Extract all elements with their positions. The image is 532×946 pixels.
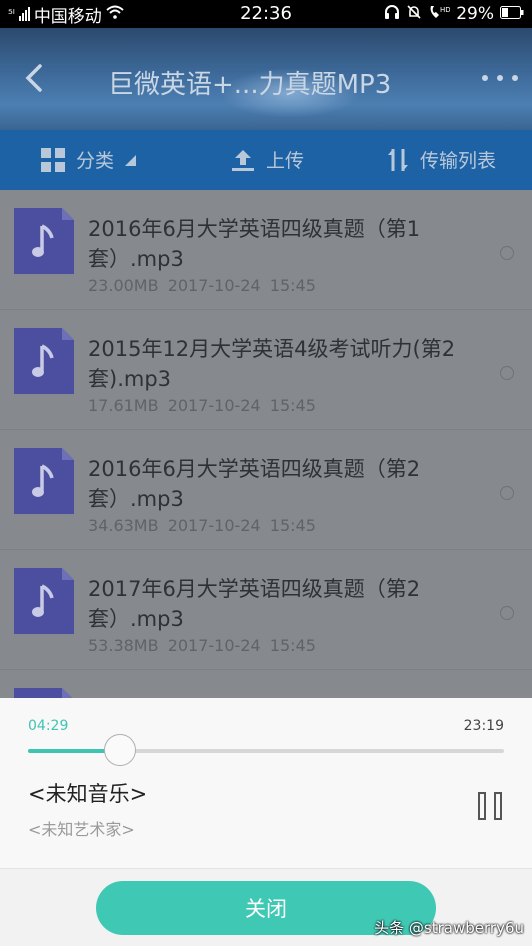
more-options-button[interactable] [482, 64, 518, 92]
status-bar: ⁵ˡ 中国移动 22:36 HD 29% [0, 0, 532, 28]
upload-icon [232, 149, 254, 171]
select-radio[interactable] [500, 606, 514, 620]
music-file-icon [14, 448, 74, 514]
file-size: 34.63MB [88, 516, 159, 535]
transfer-arrows-icon [388, 148, 408, 171]
upload-button[interactable]: 上传 [230, 146, 304, 173]
list-item[interactable]: 2016年6月大学英语四级真题（第2套）.mp3 34.63MB 2017-10… [0, 430, 532, 550]
headset-icon [384, 4, 400, 25]
mute-bell-icon [406, 4, 422, 25]
transfer-list-button[interactable]: 传输列表 [386, 146, 496, 173]
bottom-bar: 关闭 头条 @strawberry6u [0, 868, 532, 946]
more-dot-icon [482, 75, 488, 81]
file-date: 2017-10-24 [167, 396, 261, 415]
watermark: 头条 @strawberry6u [374, 919, 524, 937]
sim-signal-icon: ⁵ˡ [8, 7, 15, 21]
back-arrow-icon [25, 64, 42, 92]
music-file-icon [14, 568, 74, 634]
svg-text:HD: HD [440, 6, 450, 14]
dropdown-triangle-icon [125, 154, 137, 166]
current-time: 04:29 [28, 718, 69, 734]
category-button[interactable]: 分类 [40, 146, 137, 173]
file-name: 2016年6月大学英语四级真题（第2套）.mp3 [88, 457, 421, 511]
category-label: 分类 [76, 150, 115, 172]
progress-track[interactable] [28, 734, 504, 766]
track-name: <未知音乐> [28, 782, 148, 806]
battery-percent: 29% [456, 4, 494, 24]
transfer-list-label: 传输列表 [420, 150, 497, 172]
file-meta: 34.63MB 2017-10-24 15:45 [88, 516, 316, 535]
artist-name: <未知艺术家> [28, 820, 135, 839]
music-file-icon [14, 328, 74, 394]
file-date: 2017-10-24 [167, 636, 261, 655]
file-size: 53.38MB [88, 636, 159, 655]
select-radio[interactable] [500, 366, 514, 380]
wifi-icon [106, 4, 124, 24]
more-dot-icon [497, 75, 503, 81]
music-file-icon [14, 688, 72, 698]
app-header: 巨微英语+...力真题MP3 [0, 28, 532, 130]
file-meta: 23.00MB 2017-10-24 15:45 [88, 276, 316, 295]
more-dot-icon [512, 75, 518, 81]
file-time: 15:45 [269, 516, 316, 535]
file-name: 2017年6月大学英语四级真题（第2套）.mp3 [88, 577, 421, 631]
file-time: 15:45 [269, 636, 316, 655]
signal-bars-icon [18, 7, 30, 21]
list-item[interactable] [0, 670, 532, 698]
select-radio[interactable] [500, 486, 514, 500]
file-name: 2016年6月大学英语四级真题（第1套）.mp3 [88, 217, 421, 271]
list-item[interactable]: 2016年6月大学英语四级真题（第1套）.mp3 23.00MB 2017-10… [0, 190, 532, 310]
toolbar: 分类 上传 传输列表 [0, 130, 532, 190]
file-date: 2017-10-24 [167, 276, 261, 295]
file-meta: 53.38MB 2017-10-24 15:45 [88, 636, 316, 655]
total-time: 23:19 [463, 718, 504, 734]
file-time: 15:45 [269, 276, 316, 295]
file-size: 23.00MB [88, 276, 159, 295]
back-button[interactable] [18, 60, 54, 96]
select-radio[interactable] [500, 246, 514, 260]
file-date: 2017-10-24 [167, 516, 261, 535]
music-file-icon [14, 208, 74, 274]
pause-bar-icon [494, 792, 502, 820]
progress-thumb[interactable] [103, 734, 136, 766]
pause-bar-icon [478, 792, 486, 820]
grid-icon [41, 147, 65, 172]
upload-label: 上传 [266, 150, 305, 172]
list-item[interactable]: 2015年12月大学英语4级考试听力(第2套).mp3 17.61MB 2017… [0, 310, 532, 430]
page-title: 巨微英语+...力真题MP3 [108, 70, 392, 100]
file-meta: 17.61MB 2017-10-24 15:45 [88, 396, 316, 415]
file-name: 2015年12月大学英语4级考试听力(第2套).mp3 [88, 337, 456, 391]
battery-icon [500, 4, 524, 24]
file-time: 15:45 [269, 396, 316, 415]
list-item[interactable]: 2017年6月大学英语四级真题（第2套）.mp3 53.38MB 2017-10… [0, 550, 532, 670]
hd-call-icon: HD [428, 4, 451, 25]
file-size: 17.61MB [88, 396, 159, 415]
pause-button[interactable] [478, 792, 502, 820]
carrier-label: 中国移动 [33, 6, 102, 27]
file-list: 2016年6月大学英语四级真题（第1套）.mp3 23.00MB 2017-10… [0, 190, 532, 698]
audio-player-sheet: 04:29 23:19 <未知音乐> <未知艺术家> [0, 698, 532, 868]
